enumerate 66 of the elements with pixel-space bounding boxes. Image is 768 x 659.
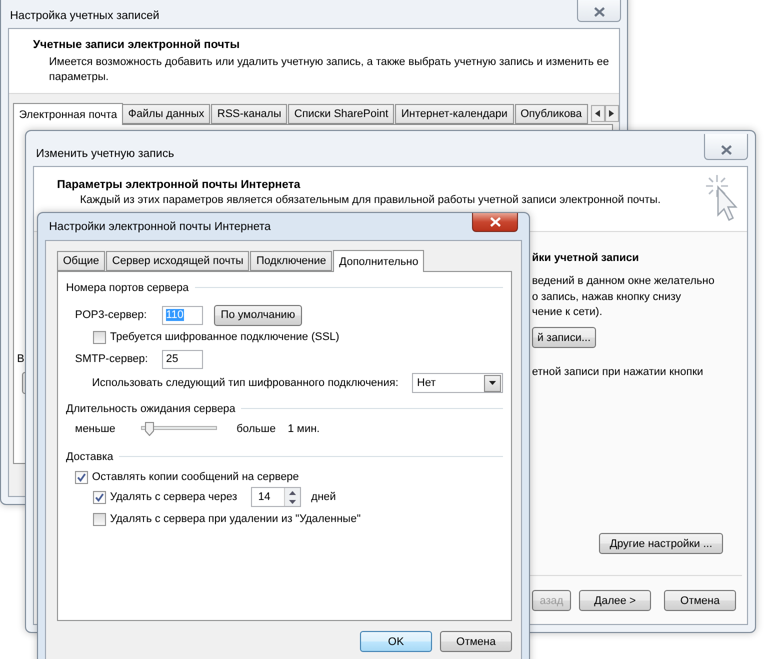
tab[interactable]: Дополнительно xyxy=(333,250,424,272)
slider-max-label: больше xyxy=(236,423,276,435)
close-icon xyxy=(594,7,604,17)
slider-thumb[interactable] xyxy=(144,422,154,436)
dialog-button[interactable]: Далее > xyxy=(579,590,651,611)
tab[interactable]: Файлы данных xyxy=(122,104,210,124)
tab[interactable]: Сервер исходящей почты xyxy=(106,251,250,271)
close-icon xyxy=(720,145,732,155)
close-button[interactable] xyxy=(472,212,518,232)
close-button[interactable] xyxy=(577,0,621,22)
group-title: Длительность ожидания сервера xyxy=(66,402,236,414)
checkbox-label: Требуется шифрованное подключение (SSL) xyxy=(110,331,340,343)
more-settings-button[interactable]: Другие настройки ... xyxy=(599,533,723,554)
unit-label: дней xyxy=(311,491,336,503)
cursor-sparkle-icon xyxy=(704,173,740,223)
section-text: ведений в данном окне желательно о запись, нажав кнопку снизу чение к сети). xyxy=(532,274,714,320)
tab[interactable]: Списки SharePoint xyxy=(288,104,394,124)
field-label: Использовать следующий тип шифрованного подключения: xyxy=(92,377,400,389)
group-title: Доставка xyxy=(66,450,114,462)
down-arrow-icon xyxy=(289,500,296,504)
ok-button[interactable]: OK xyxy=(360,631,432,652)
checkbox-label: Удалять с сервера при удалении из "Удаленные" xyxy=(110,513,361,525)
heading: Учетные записи электронной почты xyxy=(32,38,241,51)
window-title: Настройки электронной почты Интернета xyxy=(48,220,271,232)
tab[interactable]: RSS-каналы xyxy=(211,104,288,124)
tab[interactable]: Электронная почта xyxy=(13,103,124,125)
heading: Параметры электронной почты Интернета xyxy=(56,178,302,191)
slider-min-label: меньше xyxy=(75,423,116,435)
tab[interactable]: Подключение xyxy=(250,251,332,271)
checkbox-label: Оставлять копии сообщений на сервере xyxy=(92,471,299,483)
checkbox[interactable] xyxy=(75,470,88,484)
panel-label: В xyxy=(17,353,24,365)
tab[interactable]: Интернет-календари xyxy=(395,104,514,124)
smtp-port-field[interactable]: 25 xyxy=(162,350,203,368)
close-icon xyxy=(490,216,500,226)
description: Имеется возможность добавить или удалить учетную запись, а также выбрать учетную запись и изменить ее параметры. xyxy=(48,55,610,85)
tab[interactable]: Опубликова xyxy=(514,104,588,124)
window-title: Настройка учетных записей xyxy=(9,10,160,22)
checkbox[interactable] xyxy=(93,490,106,504)
timeout-value: 1 мин. xyxy=(288,423,320,435)
left-arrow-icon xyxy=(595,110,600,117)
up-arrow-icon xyxy=(289,490,296,494)
dropdown-arrow-icon xyxy=(489,381,496,385)
default-button[interactable]: По умолчанию xyxy=(214,304,302,326)
dialog-button[interactable]: Отмена xyxy=(664,590,736,611)
cancel-button[interactable]: Отмена xyxy=(440,631,512,652)
tab[interactable]: Общие xyxy=(57,251,106,271)
close-button[interactable] xyxy=(704,134,748,160)
field-label: POP3-сервер: xyxy=(75,309,148,321)
check-icon xyxy=(77,472,86,482)
scroll-left-button[interactable] xyxy=(590,105,605,122)
checkbox[interactable] xyxy=(93,512,106,526)
test-account-button[interactable]: й записи... xyxy=(532,327,596,348)
checkbox[interactable] xyxy=(93,330,106,344)
encryption-dropdown[interactable]: Нет xyxy=(412,373,503,393)
days-spinner[interactable]: 14 xyxy=(251,487,302,507)
scroll-right-button[interactable] xyxy=(604,105,619,122)
checkbox-label: Удалять с сервера через xyxy=(110,491,238,503)
group-title: Номера портов сервера xyxy=(66,282,189,294)
window-title: Изменить учетную запись xyxy=(35,148,174,160)
check-icon xyxy=(95,492,104,502)
note-text: етной записи при нажатии кнопки xyxy=(532,365,704,380)
right-arrow-icon xyxy=(609,110,614,117)
field-label: SMTP-сервер: xyxy=(75,353,149,365)
section-heading: йки учетной записи xyxy=(532,251,639,266)
description: Каждый из этих параметров является обязательным для правильной работы учетной записи электронной почты. xyxy=(79,193,662,208)
